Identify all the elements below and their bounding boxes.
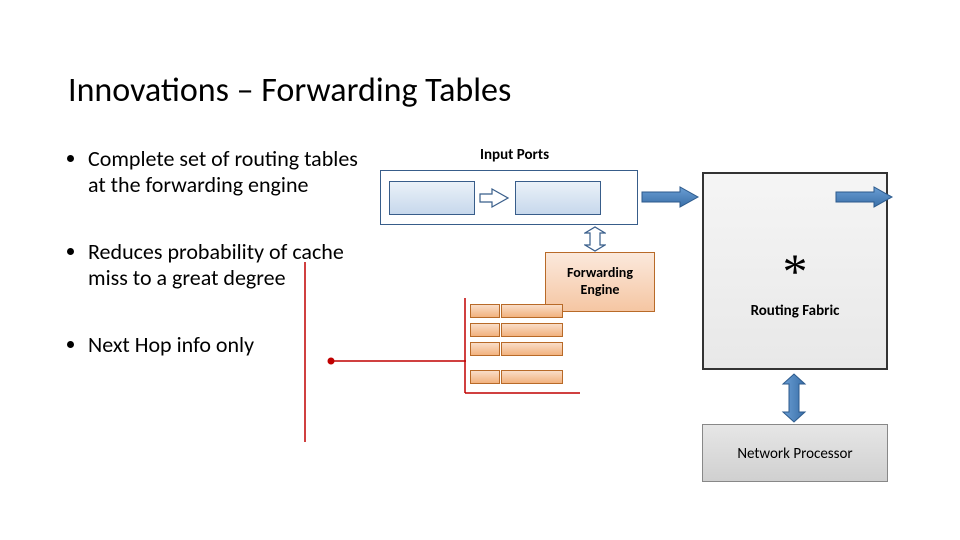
table-cell xyxy=(501,304,563,318)
network-processor-box: Network Processor xyxy=(702,424,888,482)
slide-title: Innovations – Forwarding Tables xyxy=(68,70,511,111)
bullet-list: Complete set of routing tables at the fo… xyxy=(68,146,358,398)
bullet-1: Complete set of routing tables at the fo… xyxy=(88,146,358,199)
table-row xyxy=(470,370,568,384)
port-box-left xyxy=(389,181,475,215)
arrow-ports-engine-icon xyxy=(584,226,606,252)
port-box-right xyxy=(515,181,601,215)
table-cell xyxy=(470,323,500,337)
table-cell xyxy=(501,323,563,337)
red-hconnector xyxy=(326,356,466,366)
table-cell xyxy=(501,342,563,356)
table-row xyxy=(470,323,568,337)
arrow-right-icon xyxy=(478,187,512,209)
routing-table xyxy=(470,304,568,384)
table-cell xyxy=(501,370,563,384)
routing-fabric-label: Routing Fabric xyxy=(704,302,886,320)
arrow-fabric-right-icon xyxy=(834,186,894,208)
red-vline-left xyxy=(300,262,310,442)
diagram-area: Input Ports Forwarding Engine * Routing … xyxy=(380,146,930,496)
table-row xyxy=(470,304,568,318)
forwarding-engine-l1: Forwarding xyxy=(546,265,654,282)
bullet-2: Reduces probability of cache miss to a g… xyxy=(88,239,358,292)
asterisk-icon: * xyxy=(704,242,886,300)
input-ports-label: Input Ports xyxy=(480,146,549,164)
table-row xyxy=(470,342,568,356)
arrow-fabric-processor-icon xyxy=(780,372,808,424)
forwarding-engine-l2: Engine xyxy=(546,282,654,299)
bullet-3: Next Hop info only xyxy=(88,332,358,358)
input-ports-frame xyxy=(380,170,638,225)
table-cell xyxy=(470,370,500,384)
table-cell xyxy=(470,304,500,318)
arrow-to-fabric-icon xyxy=(640,186,700,208)
table-cell xyxy=(470,342,500,356)
